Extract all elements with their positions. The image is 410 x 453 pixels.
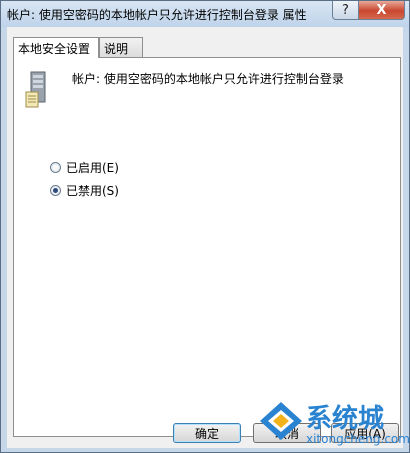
server-icon	[25, 71, 46, 108]
radio-enabled-label[interactable]: 已启用(E)	[66, 159, 119, 176]
properties-dialog: 帐户: 使用空密码的本地帐户只允许进行控制台登录 属性 ? X 本地安全设置 说…	[0, 0, 410, 453]
radio-enabled[interactable]: 已启用(E)	[50, 159, 119, 176]
watermark-url: xitongcheng.com	[306, 432, 410, 446]
policy-label: 帐户: 使用空密码的本地帐户只允许进行控制台登录	[72, 72, 344, 86]
tab-panel: 帐户: 使用空密码的本地帐户只允许进行控制台登录 已启用(E) 已禁用(S)	[13, 57, 401, 437]
radio-disabled-label[interactable]: 已禁用(S)	[66, 182, 119, 199]
watermark: 系统城 xitongcheng.com	[258, 398, 410, 451]
radio-selected-dot	[53, 188, 58, 193]
xitongcheng-logo-icon	[260, 402, 302, 440]
tab-local-security-setting[interactable]: 本地安全设置	[13, 37, 99, 58]
radio-enabled-circle[interactable]	[50, 162, 61, 173]
radio-disabled[interactable]: 已禁用(S)	[50, 182, 119, 199]
dialog-client-area: 本地安全设置 说明 帐户: 使用空密码的本地帐户只允许进行控制台登录 已启用(E…	[7, 27, 403, 448]
tab-explain[interactable]: 说明	[99, 37, 143, 57]
help-button[interactable]: ?	[332, 1, 359, 20]
radio-disabled-circle[interactable]	[50, 185, 61, 196]
close-button[interactable]: X	[358, 1, 405, 20]
watermark-brand: 系统城	[306, 404, 385, 434]
window-title: 帐户: 使用空密码的本地帐户只允许进行控制台登录 属性	[7, 8, 307, 22]
ok-button[interactable]: 确定	[173, 423, 241, 443]
title-bar[interactable]: 帐户: 使用空密码的本地帐户只允许进行控制台登录 属性 ? X	[1, 1, 409, 27]
